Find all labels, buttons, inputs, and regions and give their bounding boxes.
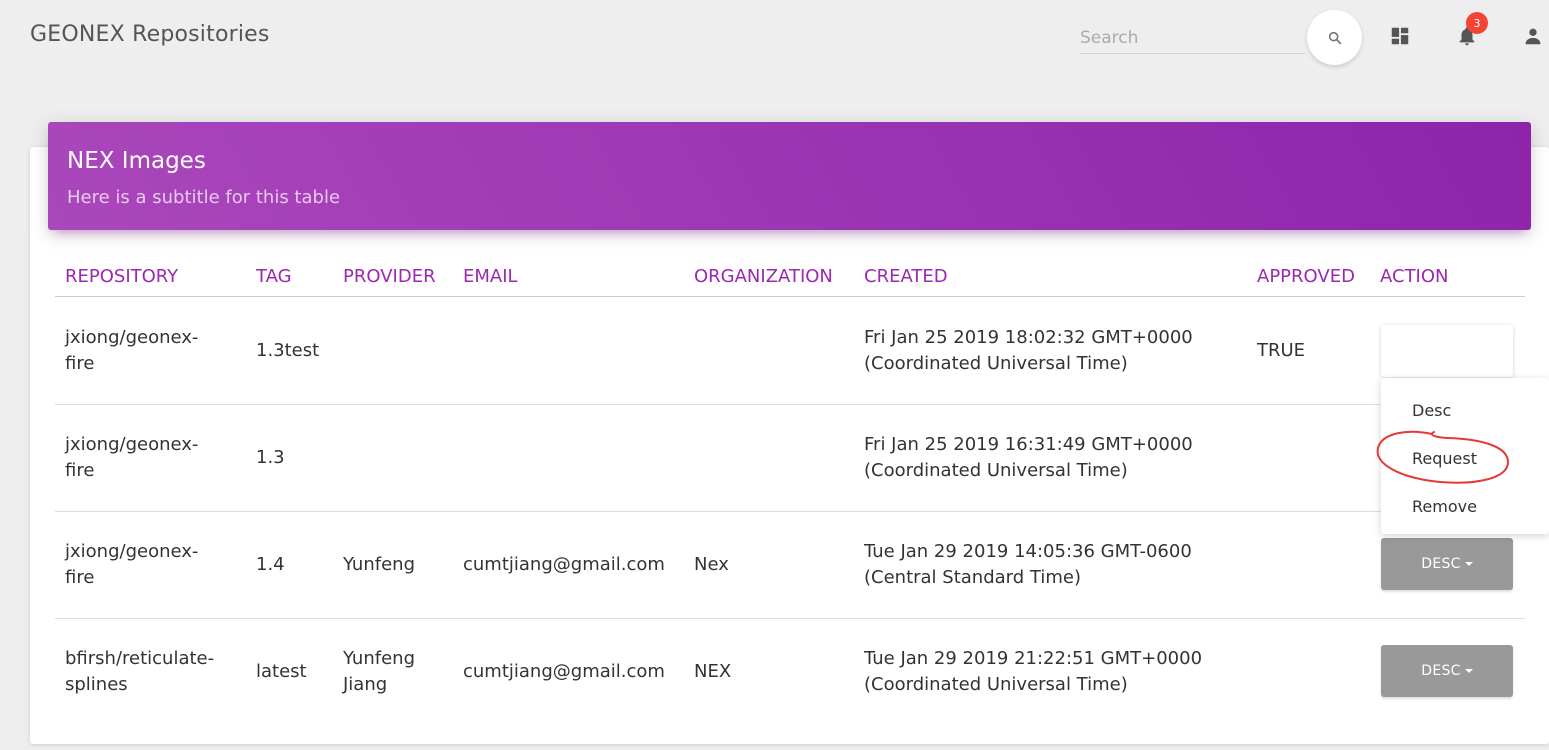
- cell-tag: 1.4: [256, 554, 285, 575]
- cell-created: Tue Jan 29 2019 21:22:51 GMT+0000 (Coordi…: [864, 648, 1203, 695]
- cell-organization: Nex: [694, 554, 729, 575]
- row-divider: [55, 618, 1525, 619]
- card-subtitle: Here is a subtitle for this table: [67, 187, 341, 208]
- search-button[interactable]: [1307, 10, 1362, 65]
- cell-repository: jxiong/geonex-fire: [65, 327, 199, 374]
- app-title[interactable]: GEONEX Repositories: [30, 22, 270, 47]
- column-header-organization[interactable]: ORGANIZATION: [694, 266, 833, 287]
- desc-dropdown-button[interactable]: DESC: [1381, 538, 1513, 590]
- cell-organization: NEX: [694, 661, 732, 682]
- cell-repository: jxiong/geonex-fire: [65, 541, 199, 588]
- row-divider: [55, 404, 1525, 405]
- dashboard-icon: [1391, 27, 1409, 45]
- search-icon: [1328, 31, 1341, 44]
- cell-repository: jxiong/geonex-fire: [65, 434, 199, 481]
- cell-approved: TRUE: [1257, 340, 1306, 361]
- search-input[interactable]: [1080, 24, 1305, 52]
- cell-email: cumtjiang@gmail.com: [463, 554, 665, 575]
- menu-item-remove[interactable]: Remove: [1412, 497, 1477, 516]
- cell-repository: bfirsh/reticulate-splines: [65, 648, 215, 695]
- cell-tag: latest: [256, 661, 307, 682]
- desc-button-label: DESC: [1421, 556, 1461, 572]
- desc-button-label: DESC: [1421, 663, 1461, 679]
- card-title: NEX Images: [67, 148, 206, 174]
- cell-tag: 1.3test: [256, 340, 320, 361]
- profile-button[interactable]: [1517, 20, 1549, 52]
- action-dropdown-menu: Desc Request Remove: [1381, 378, 1549, 534]
- column-header-email[interactable]: EMAIL: [463, 266, 518, 287]
- person-icon: [1525, 28, 1541, 45]
- cell-provider: Yunfeng Jiang: [343, 648, 415, 695]
- header-divider: [55, 296, 1525, 297]
- caret-down-icon: [1464, 562, 1473, 566]
- cell-tag: 1.3: [256, 447, 285, 468]
- column-header-action[interactable]: ACTION: [1380, 266, 1449, 287]
- column-header-repository[interactable]: REPOSITORY: [65, 266, 178, 287]
- menu-item-desc[interactable]: Desc: [1412, 401, 1451, 420]
- cell-created: Fri Jan 25 2019 18:02:32 GMT+0000 (Coordi…: [864, 327, 1193, 374]
- cell-provider: Yunfeng: [343, 554, 415, 575]
- desc-dropdown-button[interactable]: DESC: [1381, 645, 1513, 697]
- cell-email: cumtjiang@gmail.com: [463, 661, 665, 682]
- column-header-approved[interactable]: APPROVED: [1257, 266, 1355, 287]
- card-header: NEX Images Here is a subtitle for this t…: [48, 122, 1531, 230]
- caret-down-icon: [1464, 669, 1473, 673]
- cell-created: Tue Jan 29 2019 14:05:36 GMT-0600 (Centra…: [864, 541, 1192, 588]
- action-dropdown-toggle-open[interactable]: [1381, 325, 1513, 377]
- column-header-provider[interactable]: PROVIDER: [343, 266, 436, 287]
- top-navbar: GEONEX Repositories 3: [0, 0, 1549, 80]
- search-field-wrapper: [1080, 24, 1305, 54]
- cell-created: Fri Jan 25 2019 16:31:49 GMT+0000 (Coordi…: [864, 434, 1193, 481]
- menu-item-request[interactable]: Request: [1412, 449, 1477, 468]
- row-divider: [55, 511, 1525, 512]
- notification-badge: 3: [1466, 12, 1488, 34]
- column-header-created[interactable]: CREATED: [864, 266, 948, 287]
- dashboard-button[interactable]: [1384, 20, 1416, 52]
- column-header-tag[interactable]: TAG: [256, 266, 292, 287]
